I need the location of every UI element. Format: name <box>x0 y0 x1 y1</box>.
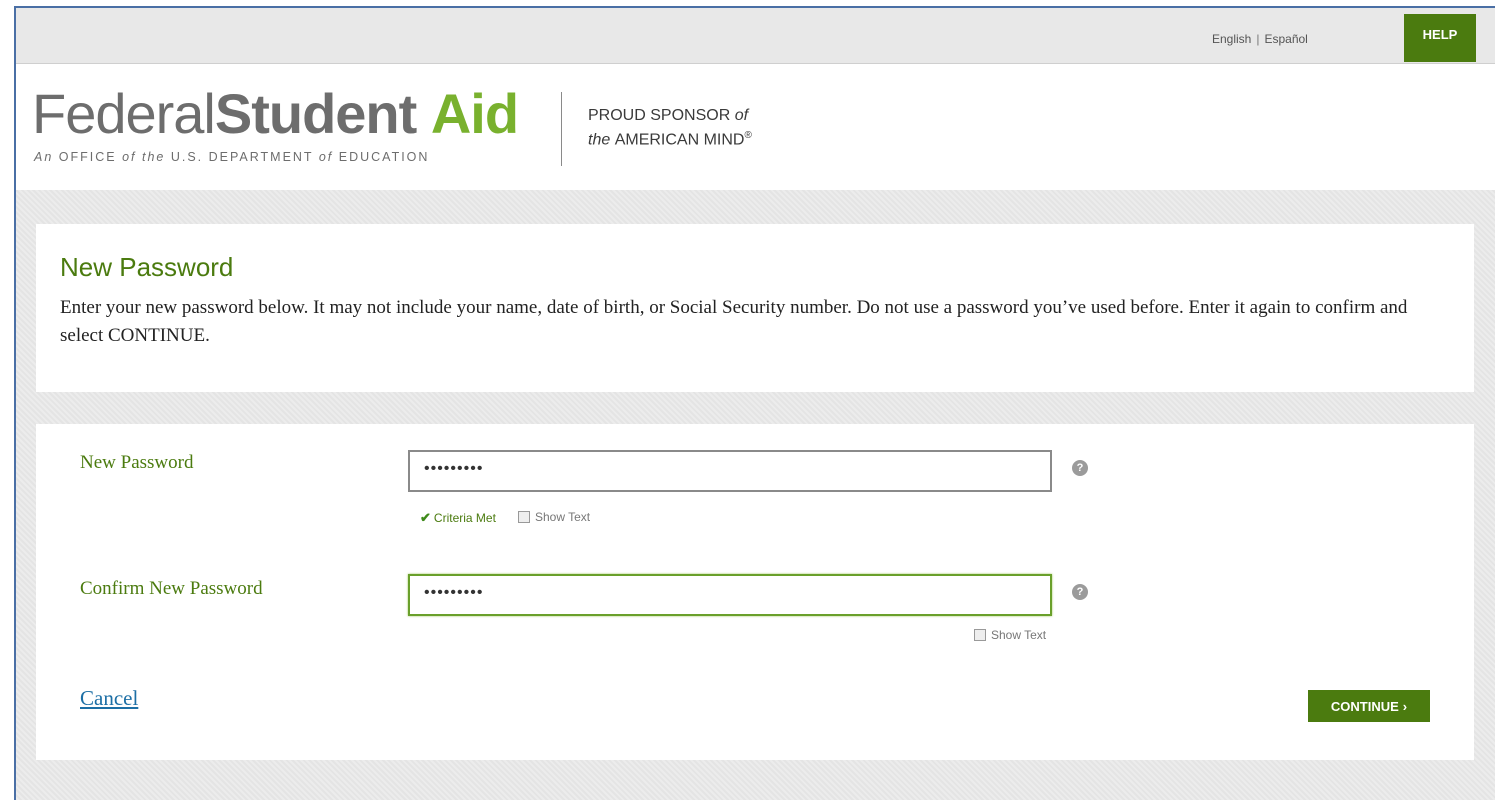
sponsor-the: the <box>588 131 615 149</box>
sponsor-american-mind: AMERICAN MIND <box>614 131 745 149</box>
language-separator: | <box>1256 32 1260 46</box>
language-espanol-link[interactable]: Español <box>1264 32 1307 46</box>
chevron-right-icon: › <box>1402 698 1408 714</box>
confirm-password-label: Confirm New Password <box>80 578 263 599</box>
continue-button[interactable]: CONTINUE › <box>1308 690 1430 722</box>
page-title: New Password <box>60 252 234 282</box>
language-selector: English | Español <box>1212 32 1308 46</box>
federal-student-aid-logo[interactable]: FederalStudent Aid <box>32 82 519 145</box>
logo-word-aid: Aid <box>430 82 519 145</box>
help-button[interactable]: HELP <box>1404 14 1476 62</box>
site-header: FederalStudent Aid An OFFICE of the U.S.… <box>16 64 1495 190</box>
sponsor-proud: PROUD SPONSOR <box>588 107 735 124</box>
confirm-show-text-label: Show Text <box>991 628 1047 642</box>
confirm-password-input[interactable]: ••••••••• <box>408 574 1052 616</box>
sponsor-line-1: PROUD SPONSOR of <box>588 106 752 126</box>
logo-subtitle: An OFFICE of the U.S. DEPARTMENT of EDUC… <box>34 150 429 164</box>
logo-word-federal: Federal <box>32 82 216 145</box>
sponsor-tagline: PROUD SPONSOR of the AMERICAN MIND® <box>588 106 752 150</box>
checkmark-icon: ✔ <box>420 510 431 525</box>
main-content: New Password Enter your new password bel… <box>16 190 1495 800</box>
logo-sub-office: OFFICE <box>58 150 123 164</box>
cancel-link[interactable]: Cancel <box>80 686 138 711</box>
logo-sub-of: of <box>318 150 339 164</box>
utility-bar: English | Español HELP <box>16 8 1495 64</box>
show-text-label: Show Text <box>535 510 591 524</box>
new-password-label: New Password <box>80 452 194 473</box>
confirm-password-show-text[interactable]: Show Text <box>974 628 1046 642</box>
new-password-input[interactable]: ••••••••• <box>408 450 1052 492</box>
language-english-link[interactable]: English <box>1212 32 1251 46</box>
criteria-status: ✔ Criteria Met <box>420 510 496 526</box>
logo-sub-of-the: of the <box>122 150 171 164</box>
new-password-show-text[interactable]: Show Text <box>518 510 590 524</box>
logo-word-student: Student <box>214 82 417 145</box>
criteria-met-text: Criteria Met <box>433 511 496 525</box>
logo-sub-education: EDUCATION <box>338 150 430 164</box>
browser-frame: English | Español HELP FederalStudent Aid … <box>14 6 1495 800</box>
new-password-help-icon[interactable]: ? <box>1072 460 1088 476</box>
logo-sub-an: An <box>34 150 59 164</box>
confirm-password-help-icon[interactable]: ? <box>1072 584 1088 600</box>
registered-mark: ® <box>744 130 752 141</box>
password-form-panel: New Password ••••••••• ? ✔ Criteria Met … <box>36 424 1474 760</box>
header-divider <box>561 92 562 166</box>
sponsor-line-2: the AMERICAN MIND® <box>588 126 752 150</box>
intro-panel: New Password Enter your new password bel… <box>36 224 1474 392</box>
logo-sub-dept: U.S. DEPARTMENT <box>170 150 319 164</box>
sponsor-of: of <box>734 107 749 124</box>
show-text-checkbox[interactable] <box>518 511 530 523</box>
confirm-show-text-checkbox[interactable] <box>974 629 986 641</box>
continue-label: CONTINUE <box>1330 698 1399 714</box>
instructions-text: Enter your new password below. It may no… <box>60 297 1408 346</box>
